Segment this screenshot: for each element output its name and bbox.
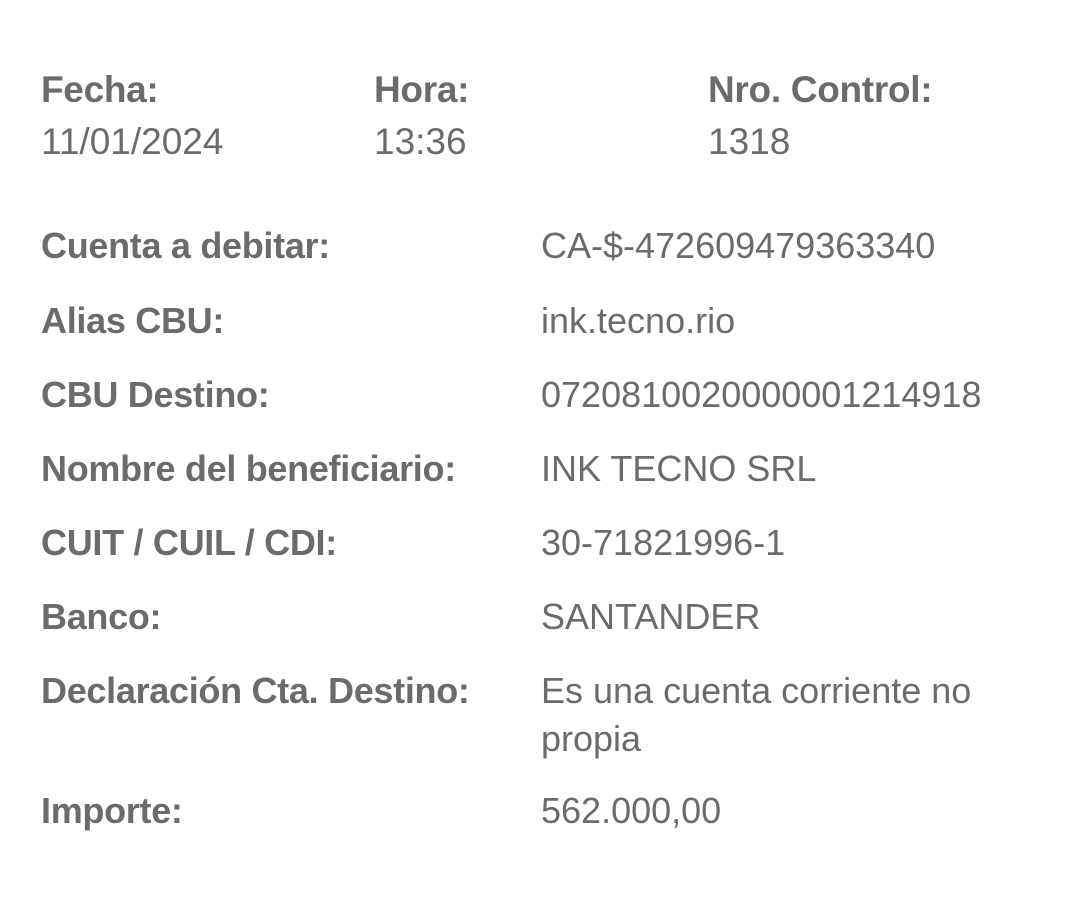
declaracion-label: Declaración Cta. Destino: <box>41 670 470 711</box>
alias-label: Alias CBU: <box>41 300 225 341</box>
control-label: Nro. Control: <box>708 69 933 110</box>
control-block: Nro. Control: 1318 <box>708 66 933 168</box>
declaracion-value: Es una cuenta corriente no propia <box>541 670 972 759</box>
fecha-label: Fecha: <box>41 69 159 110</box>
receipt-header: Fecha: 11/01/2024 Hora: 13:36 Nro. Contr… <box>0 66 1080 176</box>
hora-label: Hora: <box>374 69 470 110</box>
cbu-label: CBU Destino: <box>41 374 270 415</box>
fecha-value: 11/01/2024 <box>41 121 224 162</box>
hora-value: 13:36 <box>374 121 467 162</box>
control-value: 1318 <box>708 121 791 162</box>
cbu-value: 0720810020000001214918 <box>541 374 982 415</box>
cuenta-label: Cuenta a debitar: <box>41 225 330 266</box>
alias-value: ink.tecno.rio <box>541 300 736 341</box>
nombre-label: Nombre del beneficiario: <box>41 448 456 489</box>
fecha-block: Fecha: 11/01/2024 <box>41 66 223 168</box>
transfer-receipt: Fecha: 11/01/2024 Hora: 13:36 Nro. Contr… <box>0 0 1080 912</box>
banco-label: Banco: <box>41 596 162 637</box>
cuit-label: CUIT / CUIL / CDI: <box>41 522 337 563</box>
nombre-value: INK TECNO SRL <box>541 448 817 489</box>
importe-value: 562.000,00 <box>541 790 722 831</box>
importe-label: Importe: <box>41 790 183 831</box>
hora-block: Hora: 13:36 <box>374 66 469 168</box>
banco-value: SANTANDER <box>541 596 761 637</box>
cuenta-value: CA-$-472609479363340 <box>541 225 936 266</box>
cuit-value: 30-71821996-1 <box>541 522 786 563</box>
